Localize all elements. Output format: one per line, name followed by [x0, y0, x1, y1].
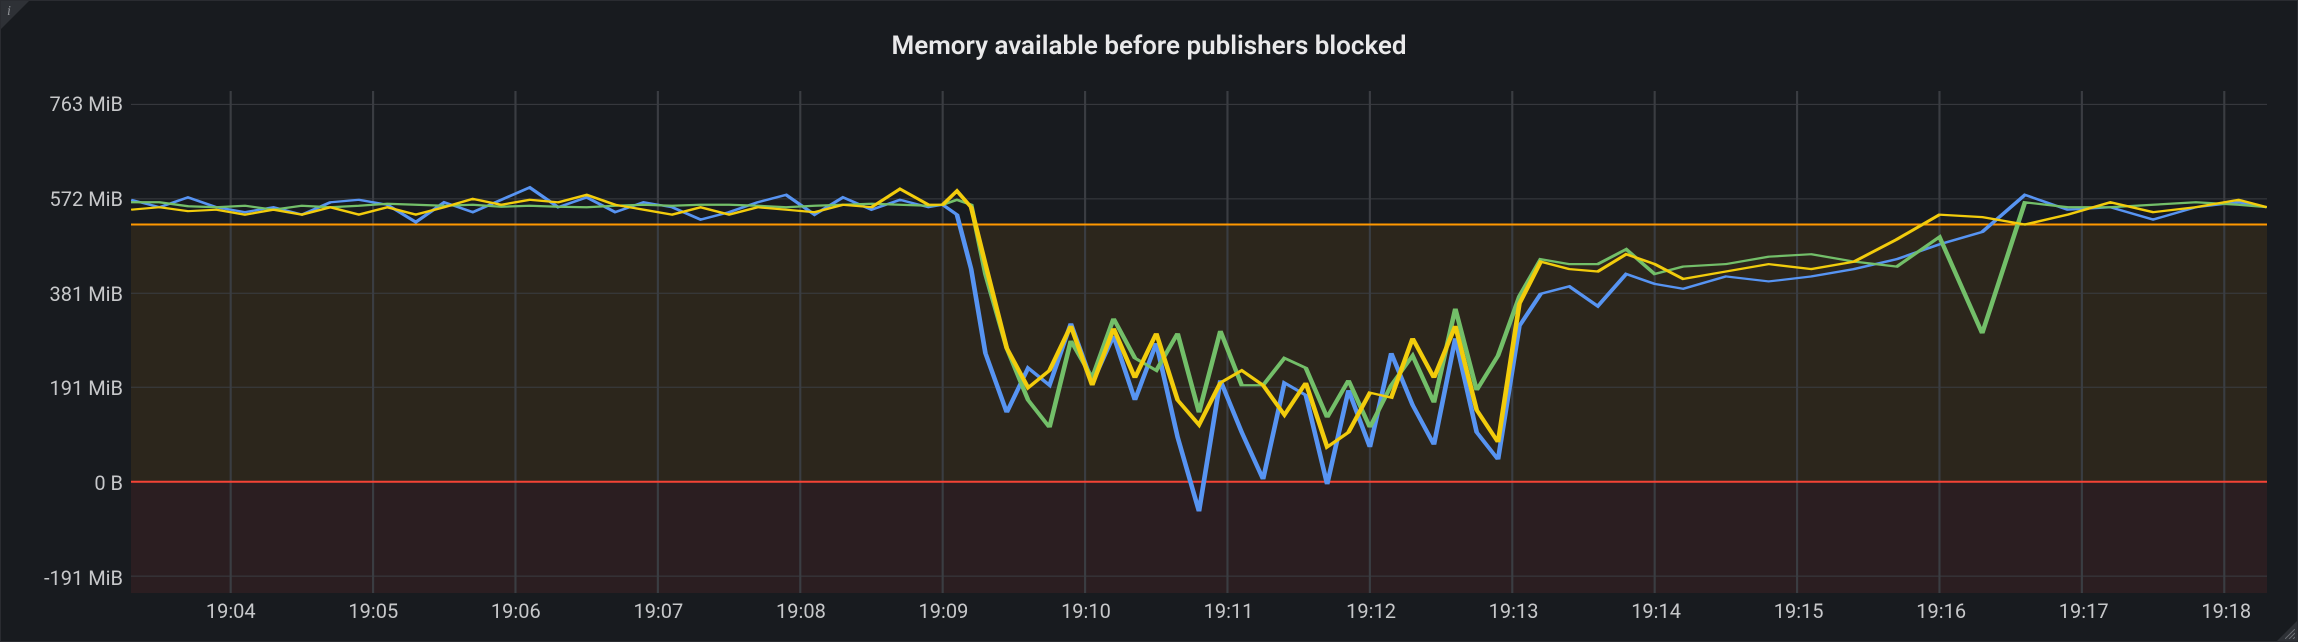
y-axis-tick-label: 763 MiB [50, 92, 123, 116]
panel-title: Memory available before publishers block… [1, 31, 2297, 61]
x-axis-tick-label: 19:07 [633, 599, 683, 623]
x-axis-tick-label: 19:14 [1631, 599, 1681, 623]
x-axis-tick-label: 19:12 [1346, 599, 1396, 623]
x-axis-tick-label: 19:09 [919, 599, 969, 623]
x-axis-tick-label: 19:10 [1061, 599, 1111, 623]
x-axis-tick-label: 19:17 [2059, 599, 2109, 623]
x-axis-tick-label: 19:13 [1489, 599, 1539, 623]
y-axis-tick-label: 0 B [94, 471, 123, 495]
x-axis-tick-label: 19:15 [1774, 599, 1824, 623]
chart-plot-area[interactable] [131, 91, 2267, 593]
x-axis-tick-label: 19:08 [776, 599, 826, 623]
x-axis-tick-label: 19:05 [348, 599, 398, 623]
x-axis-tick-label: 19:18 [2201, 599, 2251, 623]
x-axis-tick-label: 19:04 [206, 599, 256, 623]
x-axis-tick-label: 19:11 [1204, 599, 1254, 623]
resize-icon [2285, 629, 2295, 639]
info-icon[interactable]: i [7, 4, 11, 20]
chart-svg [131, 91, 2267, 593]
x-axis-tick-label: 19:06 [491, 599, 541, 623]
panel-corner-top-left[interactable] [1, 1, 29, 29]
chart-panel: i Memory available before publishers blo… [0, 0, 2298, 642]
y-axis-tick-label: 191 MiB [50, 376, 123, 400]
y-axis-tick-label: -191 MiB [44, 566, 123, 590]
x-axis-tick-label: 19:16 [1916, 599, 1966, 623]
y-axis-tick-label: 381 MiB [50, 282, 123, 306]
y-axis-tick-label: 572 MiB [50, 187, 123, 211]
threshold-fill-zone [131, 225, 2267, 482]
